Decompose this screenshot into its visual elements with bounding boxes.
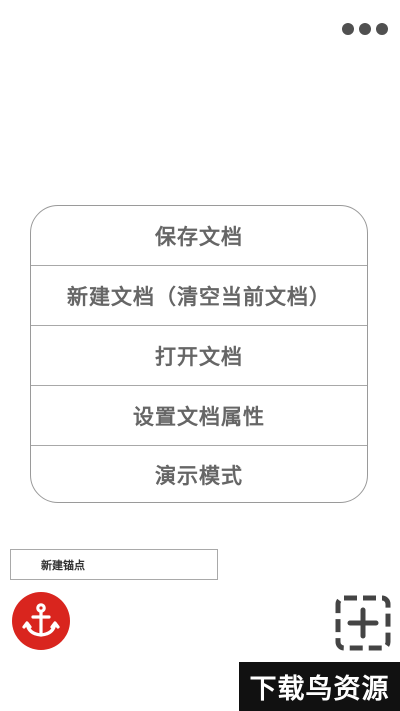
document-menu: 保存文档 新建文档（清空当前文档） 打开文档 设置文档属性 演示模式 <box>30 205 368 503</box>
more-dot-icon <box>376 23 388 35</box>
anchor-button[interactable] <box>12 592 70 650</box>
more-dot-icon <box>342 23 354 35</box>
add-element-button[interactable] <box>335 595 391 651</box>
more-dot-icon <box>359 23 371 35</box>
save-document-item[interactable]: 保存文档 <box>31 206 367 266</box>
presentation-mode-item[interactable]: 演示模式 <box>31 446 367 502</box>
document-properties-item[interactable]: 设置文档属性 <box>31 386 367 446</box>
anchor-icon <box>22 603 60 637</box>
add-square-dashed-icon <box>335 595 391 651</box>
open-document-item[interactable]: 打开文档 <box>31 326 367 386</box>
more-options-button[interactable] <box>342 20 388 38</box>
new-document-item[interactable]: 新建文档（清空当前文档） <box>31 266 367 326</box>
new-anchor-input[interactable] <box>10 549 218 580</box>
watermark-logo: 下载鸟资源 <box>239 662 400 711</box>
